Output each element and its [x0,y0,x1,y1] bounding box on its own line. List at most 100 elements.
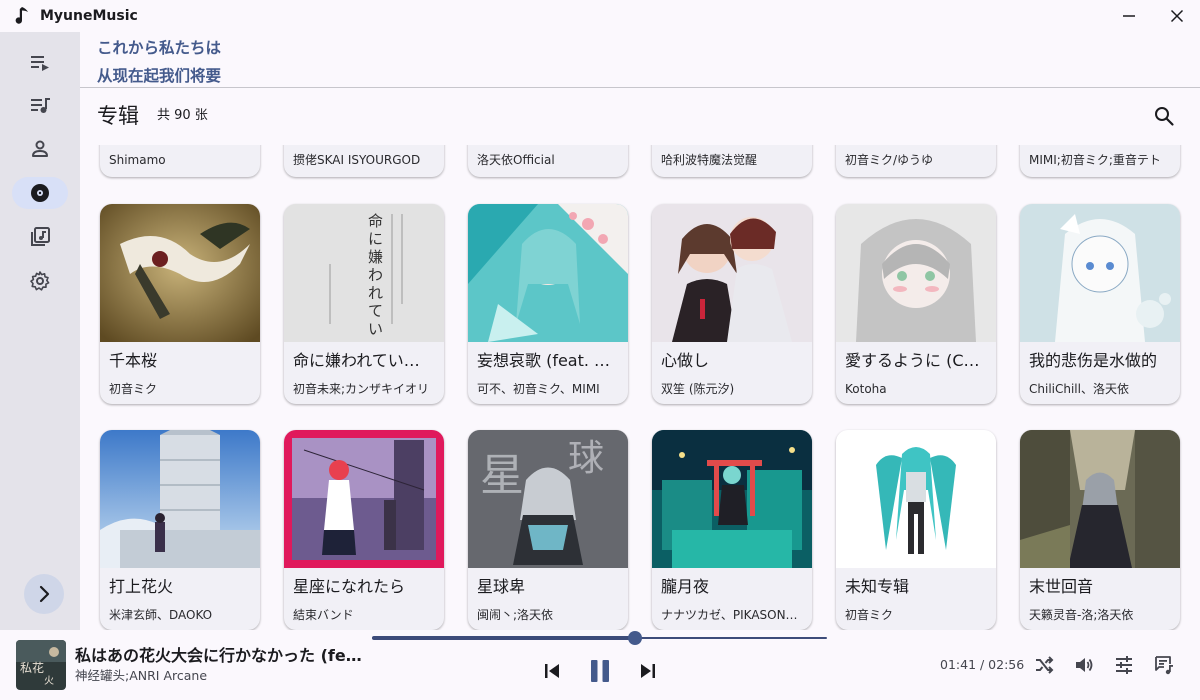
svg-text:て: て [368,302,383,320]
album-grid[interactable]: Shimamo 掼佬SKAI ISYOURGOD 洛天依Official 哈利波… [80,145,1200,630]
next-button[interactable] [636,659,660,683]
expand-sidebar-button[interactable] [24,574,64,614]
album-cover [836,430,996,568]
nav-settings[interactable] [12,265,68,297]
nav-songs[interactable] [12,89,68,121]
album-icon [31,184,49,202]
music-note-icon [12,6,32,26]
album-card[interactable]: 掼佬SKAI ISYOURGOD [284,145,444,177]
album-card[interactable]: 朧月夜 ナナツカゼ、PIKASON… [652,430,812,630]
album-card[interactable]: 妄想哀歌 (feat. … 可不、初音ミク、MIMI [468,204,628,404]
equalizer-icon [1116,656,1132,674]
album-artist: 初音未来;カンザキイオリ [293,382,430,396]
album-title: 星球卑 [477,577,526,596]
album-cover: 星球 [468,430,628,568]
nav-library[interactable] [12,221,68,253]
album-artist: 洛天依Official [477,153,555,167]
shuffle-button[interactable] [1032,653,1056,677]
settings-icon [30,271,50,291]
minimize-icon [1123,15,1135,17]
lyrics-icon [1155,656,1173,675]
player-bar: 私花火 私はあの花火大会に行かなかった (fe… 神经罐头;ANRI Arcan… [0,630,1200,700]
track-artist[interactable]: 神经罐头;ANRI Arcane [75,668,207,684]
album-title: 末世回音 [1029,577,1094,596]
album-cover [836,204,996,342]
album-card[interactable]: 哈利波特魔法觉醒 [652,145,812,177]
lyric-line-translation: 从现在起我们将要 [97,67,222,85]
progress-thumb[interactable] [627,631,642,645]
lyric-line-original: これから私たちは [97,39,222,57]
album-artist: 米津玄師、DAOKO [109,608,213,622]
album-artist: 結束バンド [293,608,354,622]
search-button[interactable] [1148,100,1180,132]
album-card[interactable]: 我的悲伤是水做的 ChiliChill、洛天依 [1020,204,1180,404]
album-artist: 哈利波特魔法觉醒 [661,153,758,167]
album-artist: Kotoha [845,382,887,396]
skip-previous-icon [545,664,559,678]
volume-button[interactable] [1072,653,1096,677]
album-card[interactable]: 未知专辑 初音ミク [836,430,996,630]
album-card[interactable]: 洛天依Official [468,145,628,177]
album-cover [652,430,812,568]
album-cover [100,430,260,568]
svg-text:命: 命 [368,212,383,230]
svg-text:嫌: 嫌 [368,248,383,266]
album-title: 心做し [661,351,710,370]
album-card[interactable]: 初音ミク/ゆうゆ [836,145,996,177]
album-title: 千本桜 [109,351,158,370]
album-cover [1020,204,1180,342]
progress-fill [372,636,635,640]
album-artist: 天籁灵音-洛;洛天依 [1029,608,1134,622]
search-icon [1155,107,1174,126]
album-artist: ChiliChill、洛天依 [1029,382,1129,396]
previous-button[interactable] [540,659,564,683]
album-artist: ナナツカゼ、PIKASON… [661,608,798,622]
album-title: 朧月夜 [661,577,710,596]
album-card[interactable]: 星座になれたら 結束バンド [284,430,444,630]
playlist-queue-icon [31,56,49,71]
svg-text:れ: れ [368,284,383,302]
album-artist: 初音ミク [109,382,158,396]
nav-now-playing[interactable] [12,46,68,78]
album-card[interactable]: MIMI;初音ミク;重音テト [1020,145,1180,177]
song-list-icon [31,98,50,113]
svg-text:私花: 私花 [20,660,44,675]
svg-text:球: 球 [568,438,604,479]
sidebar-nav [0,32,80,630]
album-card[interactable]: 打上花火 米津玄師、DAOKO [100,430,260,630]
album-cover [468,204,628,342]
now-playing-cover[interactable]: 私花火 [16,640,66,690]
album-card[interactable]: 星球 星球卑 闽闹丶;洛天依 [468,430,628,630]
album-title: 未知专辑 [845,577,910,596]
play-pause-button[interactable] [587,657,613,685]
nav-artists[interactable] [12,133,68,165]
album-cover [1020,430,1180,568]
track-title: 私はあの花火大会に行かなかった (fe… [75,646,362,665]
album-artist: 初音ミク/ゆうゆ [845,153,934,167]
album-cover [652,204,812,342]
lyrics-button[interactable] [1152,653,1176,677]
album-card[interactable]: 千本桜 初音ミク [100,204,260,404]
album-card[interactable]: 末世回音 天籁灵音-洛;洛天依 [1020,430,1180,630]
album-artist: 可不、初音ミク、MIMI [477,382,600,396]
nav-albums[interactable] [12,177,68,209]
svg-text:火: 火 [44,675,54,687]
lyrics-display: これから私たちは 从现在起我们将要 [97,34,221,90]
minimize-button[interactable] [1106,0,1152,32]
close-button[interactable] [1154,0,1200,32]
album-card[interactable]: 愛するように (Co… Kotoha [836,204,996,404]
artist-icon [32,140,48,157]
album-artist: MIMI;初音ミク;重音テト [1029,153,1161,167]
album-card[interactable]: 命に嫌われてい 命に嫌われてい… 初音未来;カンザキイオリ [284,204,444,404]
album-artist: Shimamo [109,153,166,167]
album-title: 命に嫌われてい… [293,351,420,370]
album-card[interactable]: 心做し 双笙 (陈元汐) [652,204,812,404]
volume-icon [1076,658,1093,672]
equalizer-button[interactable] [1112,653,1136,677]
progress-slider[interactable] [372,631,827,645]
album-card[interactable]: Shimamo [100,145,260,177]
svg-text:に: に [368,230,383,248]
album-artist: 掼佬SKAI ISYOURGOD [293,153,421,167]
app-title: MyuneMusic [40,8,138,24]
album-artist: 初音ミク [845,608,894,622]
